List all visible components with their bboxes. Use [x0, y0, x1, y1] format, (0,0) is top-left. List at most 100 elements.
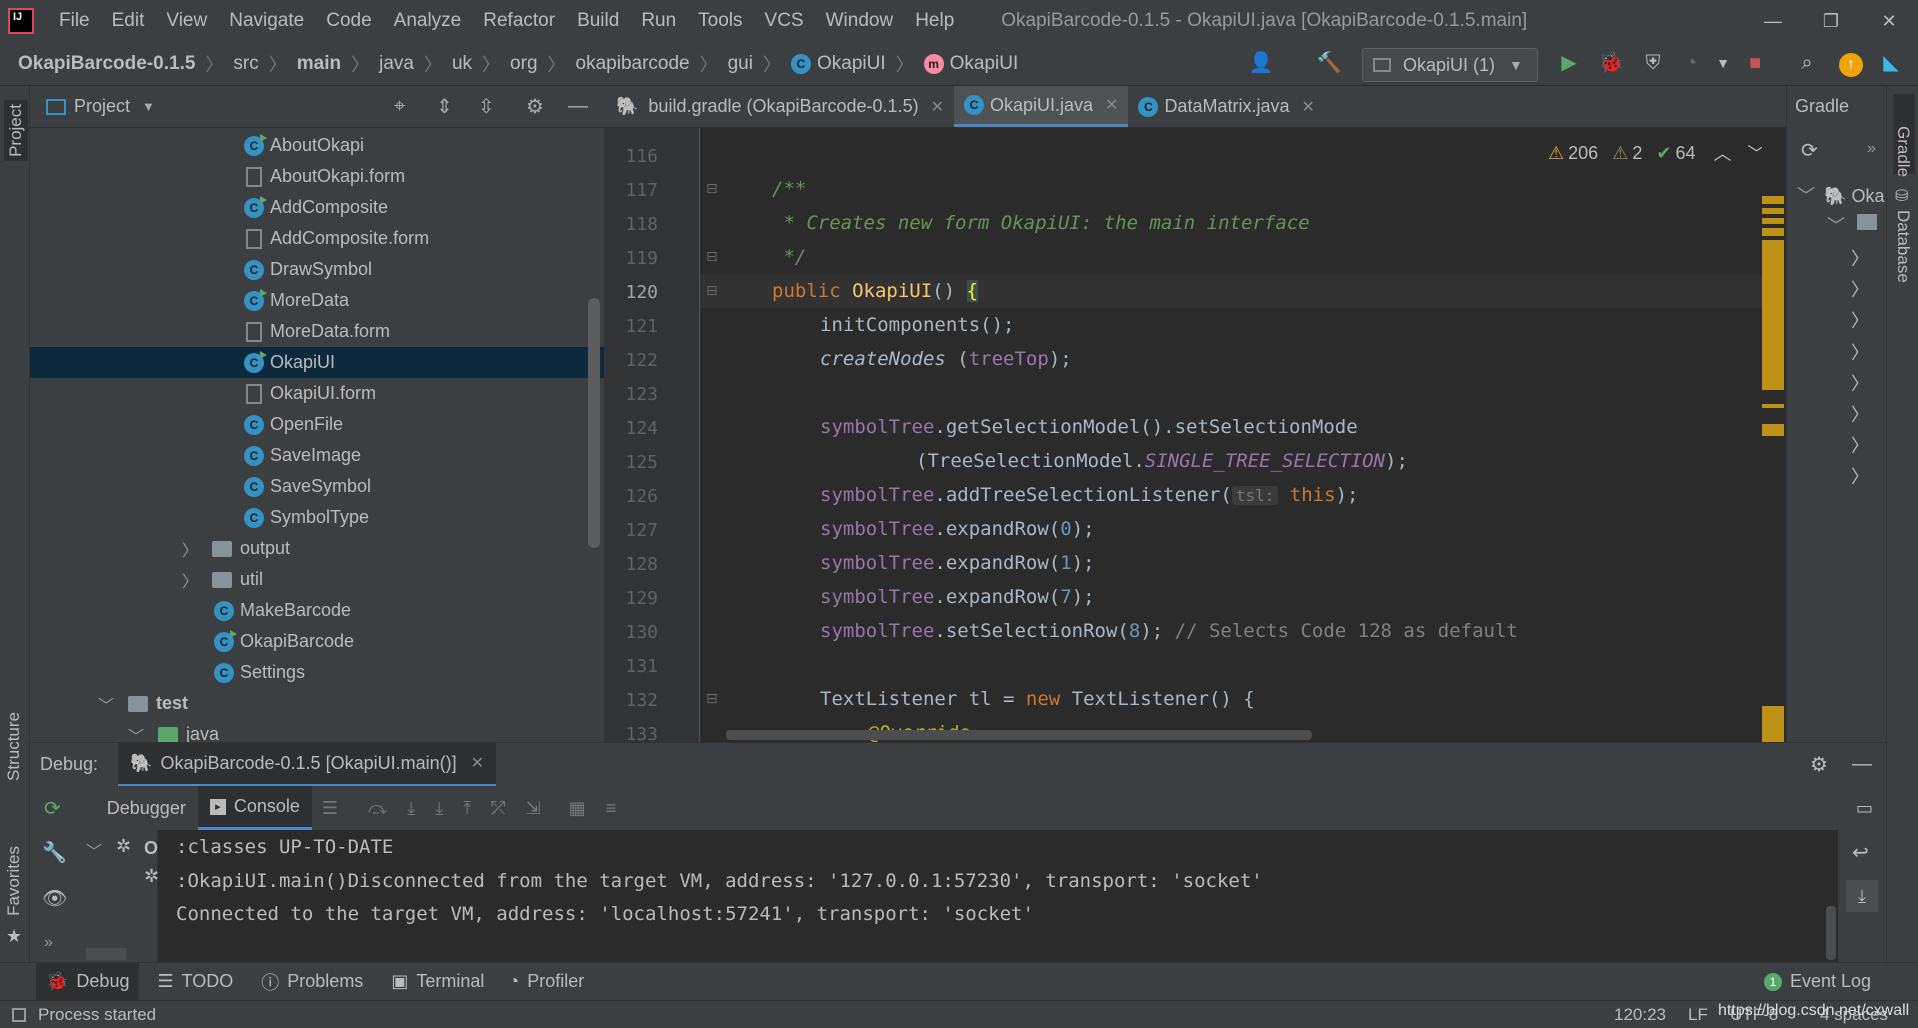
tool-window-profiler[interactable]: ◔ Profiler: [498, 963, 594, 1001]
profile-icon[interactable]: ◔: [1676, 48, 1706, 78]
tool-window-debug[interactable]: 🐞 Debug: [36, 962, 140, 1001]
menu-code[interactable]: Code: [315, 10, 382, 32]
gradle-tree-root[interactable]: ﹀ 🐘 Oka: [1797, 182, 1884, 208]
update-icon[interactable]: ↑: [1836, 48, 1866, 78]
tab-datamatrix-java[interactable]: C DataMatrix.java ✕: [1128, 86, 1324, 127]
project-panel-title[interactable]: Project: [74, 96, 130, 117]
warning-marker[interactable]: [1762, 706, 1784, 742]
chevron-down-icon[interactable]: ﹀: [128, 723, 148, 743]
force-step-into-icon[interactable]: ⤓: [435, 798, 443, 819]
menu-vcs[interactable]: VCS: [754, 10, 815, 32]
tree-item[interactable]: 〉 output: [30, 533, 604, 564]
tree-item[interactable]: AddComposite.form: [30, 223, 604, 254]
search-icon[interactable]: ⌕: [1792, 48, 1822, 78]
refresh-icon[interactable]: ⟳: [1801, 138, 1818, 163]
tree-item[interactable]: C MoreData: [30, 285, 604, 316]
console-scrollbar[interactable]: [1826, 906, 1836, 960]
tree-item[interactable]: C DrawSymbol: [30, 254, 604, 285]
close-window-button[interactable]: ✕: [1864, 4, 1914, 38]
layout-icon[interactable]: ▭: [1856, 798, 1873, 819]
warning-marker[interactable]: [1762, 218, 1784, 224]
inspections-widget[interactable]: ⚠ 206 ⚠ 2 ✔ 64 ︿ ﹀: [1548, 138, 1765, 168]
more-run-options-icon[interactable]: ▼: [1708, 48, 1738, 78]
menu-run[interactable]: Run: [630, 10, 687, 32]
build-hammer-icon[interactable]: 🔨: [1314, 48, 1344, 78]
project-tool-tab[interactable]: Project: [4, 100, 28, 161]
stop-icon[interactable]: ■: [1740, 48, 1770, 78]
tree-item[interactable]: OkapiUI.form: [30, 378, 604, 409]
eye-icon[interactable]: 👁: [42, 886, 67, 911]
minimize-button[interactable]: —: [1748, 4, 1798, 38]
tab-okapiui-java[interactable]: C OkapiUI.java ✕: [953, 86, 1129, 127]
gear-icon[interactable]: ⚙: [526, 94, 544, 119]
tree-item[interactable]: MoreData.form: [30, 316, 604, 347]
tool-window-todo[interactable]: ☰ TODO: [147, 963, 243, 1001]
tree-item[interactable]: C OkapiBarcode: [30, 626, 604, 657]
step-out-icon[interactable]: ⤒: [463, 798, 471, 819]
menu-navigate[interactable]: Navigate: [218, 10, 315, 32]
rerun-icon[interactable]: ⟳: [44, 796, 61, 821]
menu-window[interactable]: Window: [815, 10, 905, 32]
coverage-shield-icon[interactable]: ⛨: [1638, 48, 1668, 78]
line-separator[interactable]: LF: [1688, 1005, 1708, 1025]
menu-help[interactable]: Help: [904, 10, 965, 32]
tree-item[interactable]: C AboutOkapi: [30, 130, 604, 161]
tree-item[interactable]: C SymbolType: [30, 502, 604, 533]
scroll-to-end-icon[interactable]: ⤓: [1846, 880, 1878, 912]
tab-console[interactable]: ▸ Console: [197, 786, 312, 830]
tree-item[interactable]: ﹀ java: [30, 719, 604, 742]
chevron-down-icon[interactable]: ﹀: [86, 838, 102, 862]
expand-all-icon[interactable]: ⇕: [436, 94, 453, 119]
menu-analyze[interactable]: Analyze: [383, 10, 473, 32]
close-icon[interactable]: ✕: [471, 753, 484, 773]
breadcrumb-gui[interactable]: gui: [728, 53, 753, 75]
run-icon[interactable]: ▶: [1554, 48, 1584, 78]
step-over-icon[interactable]: ⤼: [368, 798, 387, 819]
warning-marker[interactable]: [1762, 240, 1784, 390]
tool-window-terminal[interactable]: ▣ Terminal: [381, 963, 494, 1001]
breadcrumb-class[interactable]: C OkapiUI: [790, 53, 886, 75]
structure-tool-tab[interactable]: Structure: [4, 712, 24, 781]
menu-edit[interactable]: Edit: [101, 10, 156, 32]
close-icon[interactable]: ✕: [1301, 97, 1314, 117]
wrench-icon[interactable]: 🔧: [42, 840, 67, 865]
step-into-icon[interactable]: ⤓: [407, 798, 415, 819]
locate-target-icon[interactable]: ⌖: [394, 95, 405, 118]
debug-session-tab[interactable]: 🐘 OkapiBarcode-0.1.5 [OkapiUI.main()] ✕: [118, 742, 496, 787]
tree-item[interactable]: C SaveImage: [30, 440, 604, 471]
more-actions-icon[interactable]: »: [1867, 140, 1876, 158]
toggle-tool-windows-icon[interactable]: [12, 1007, 26, 1022]
breadcrumb-src[interactable]: src: [233, 53, 258, 75]
tab-debugger[interactable]: Debugger: [95, 798, 198, 819]
tab-build-gradle[interactable]: 🐘 build.gradle (OkapiBarcode-0.1.5) ✕: [604, 86, 954, 127]
tree-item[interactable]: C OpenFile: [30, 409, 604, 440]
editor-horizontal-scrollbar[interactable]: [726, 730, 1312, 740]
more-actions-icon[interactable]: »: [44, 934, 53, 952]
breadcrumb-uk[interactable]: uk: [452, 53, 472, 75]
collapse-all-icon[interactable]: ⇳: [478, 94, 495, 119]
menu-tools[interactable]: Tools: [687, 10, 753, 32]
frames-scrollbar[interactable]: [86, 948, 126, 960]
debug-bug-icon[interactable]: 🐞: [1596, 48, 1626, 78]
chevron-right-icon[interactable]: 〉: [182, 568, 202, 592]
hide-panel-icon[interactable]: —: [1852, 753, 1872, 776]
warning-marker[interactable]: [1762, 208, 1784, 214]
caret-position[interactable]: 120:23: [1614, 1005, 1666, 1025]
tree-item[interactable]: 〉 util: [30, 564, 604, 595]
breadcrumb-okapibarcode[interactable]: okapibarcode: [576, 53, 690, 75]
trace-icon[interactable]: ≡: [606, 798, 617, 819]
close-icon[interactable]: ✕: [1105, 95, 1118, 115]
tree-item[interactable]: C MakeBarcode: [30, 595, 604, 626]
jetbrains-toolbox-icon[interactable]: ◣: [1876, 48, 1906, 78]
vcs-user-icon[interactable]: 👤: [1246, 48, 1276, 78]
gradle-tool-tab[interactable]: Gradle: [1893, 94, 1915, 177]
warning-marker[interactable]: [1762, 424, 1784, 436]
run-configuration-select[interactable]: OkapiUI (1) ▼: [1362, 48, 1538, 82]
warning-marker[interactable]: [1762, 228, 1784, 236]
restore-button[interactable]: ❐: [1806, 4, 1856, 38]
tree-item[interactable]: C AddComposite: [30, 192, 604, 223]
previous-highlight-icon[interactable]: ︿: [1713, 140, 1731, 166]
menu-file[interactable]: File: [48, 10, 101, 32]
tree-item[interactable]: C SaveSymbol: [30, 471, 604, 502]
gear-icon[interactable]: ⚙: [1810, 752, 1828, 777]
